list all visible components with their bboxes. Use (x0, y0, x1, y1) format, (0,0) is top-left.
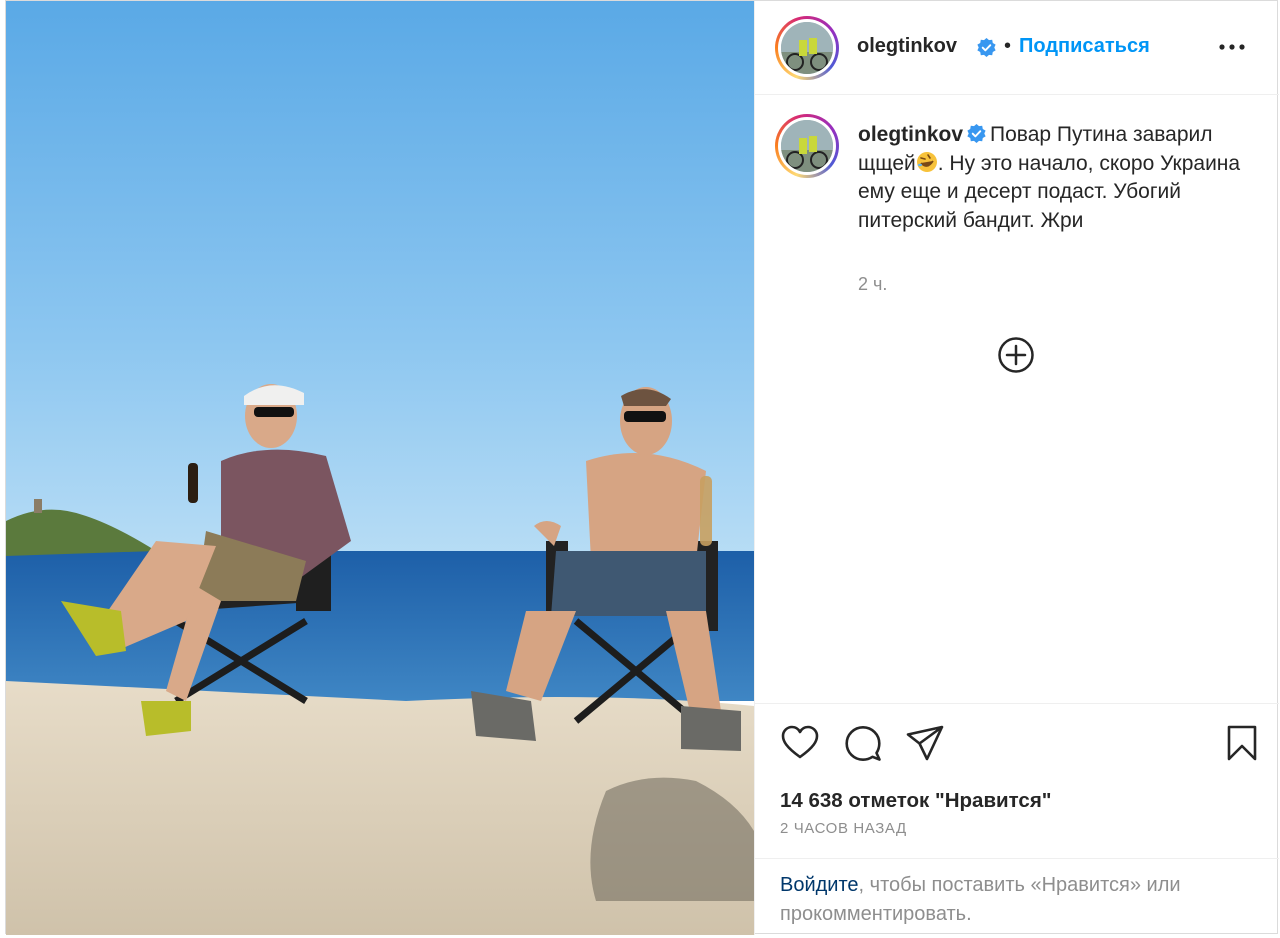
header-separator: • (1004, 35, 1012, 57)
verified-badge-icon (967, 124, 986, 143)
comment-icon[interactable] (843, 723, 883, 763)
avatar[interactable] (775, 16, 839, 80)
caption-avatar-image (781, 120, 833, 172)
action-bar-divider (755, 703, 1279, 704)
likes-count[interactable]: 14 638 отметок "Нравится" (780, 789, 1052, 813)
beach-photo-illustration (6, 1, 754, 935)
login-prompt: Войдите, чтобы поставить «Нравится» или … (780, 871, 1260, 928)
plus-circle-icon[interactable] (997, 336, 1035, 374)
verified-badge-icon (977, 38, 996, 57)
post-photo[interactable] (6, 1, 754, 935)
caption-avatar[interactable] (775, 114, 839, 178)
post-side-panel: olegtinkov • Подписаться olegtinkov Пова… (754, 1, 1279, 935)
login-prompt-bar: Войдите, чтобы поставить «Нравится» или … (755, 858, 1279, 935)
instagram-post: olegtinkov • Подписаться olegtinkov Пова… (5, 0, 1279, 935)
post-time-ago[interactable]: 2 ЧАСОВ НАЗАД (780, 820, 907, 837)
post-caption: olegtinkov Повар Путина заварил щщей . Н… (858, 121, 1258, 235)
rolling-on-floor-laughing-emoji-icon (916, 151, 937, 172)
avatar-image (781, 22, 833, 74)
share-icon[interactable] (905, 723, 945, 763)
caption-username[interactable]: olegtinkov (858, 123, 963, 146)
more-options-icon[interactable] (1217, 37, 1247, 57)
caption-time[interactable]: 2 ч. (858, 274, 887, 295)
bookmark-icon[interactable] (1222, 723, 1262, 763)
heart-icon[interactable] (780, 723, 820, 763)
login-link[interactable]: Войдите (780, 874, 859, 896)
follow-button[interactable]: Подписаться (1019, 35, 1150, 58)
post-header: olegtinkov • Подписаться (755, 1, 1279, 95)
header-username[interactable]: olegtinkov (857, 35, 957, 58)
